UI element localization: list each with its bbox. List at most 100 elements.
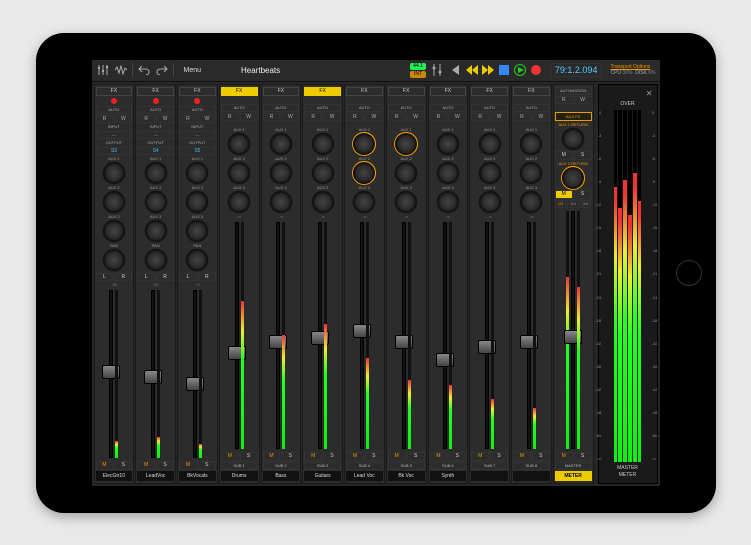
aux-knob[interactable] [520,162,542,184]
mute-button[interactable]: M [346,452,364,461]
mute-button[interactable]: M [96,461,114,470]
auto-button[interactable]: AUTO [179,106,216,114]
aux-knob[interactable] [437,162,459,184]
pan-left-button[interactable]: L [179,273,197,281]
auto-button[interactable]: AUTO [346,104,383,112]
aux-knob[interactable] [395,191,417,213]
channel-name[interactable]: ElecGtr10 [96,471,133,481]
solo-button[interactable]: S [407,452,425,461]
fader[interactable] [471,220,508,451]
aux-knob[interactable] [145,191,167,213]
aux-knob[interactable] [312,133,334,155]
fx-button[interactable]: FX [263,87,300,96]
fader[interactable] [96,288,133,460]
pan-right-button[interactable]: R [114,273,132,281]
write-button[interactable]: W [448,113,466,121]
read-button[interactable]: R [179,115,197,123]
aux-knob[interactable] [270,162,292,184]
close-icon[interactable]: ✕ [646,89,653,98]
play-button[interactable] [514,64,526,76]
fx-button[interactable]: FX [221,87,258,96]
aux-knob[interactable] [103,191,125,213]
mute-button[interactable]: M [430,452,448,461]
read-button[interactable]: R [263,113,281,121]
input-select[interactable]: — [137,131,174,139]
aux-knob[interactable] [312,191,334,213]
output-select[interactable]: S5 [179,147,216,155]
aux-knob[interactable] [395,133,417,155]
channel-name[interactable]: Drums [221,471,258,481]
write-button[interactable]: W [574,96,592,104]
read-button[interactable]: R [430,113,448,121]
aux-knob[interactable] [479,191,501,213]
home-button[interactable] [676,260,702,286]
auto-button[interactable]: AUTO [513,104,550,112]
aux-knob[interactable] [395,162,417,184]
fx-button[interactable]: FX [430,87,467,96]
meter-toggle-button[interactable]: METER [555,471,592,481]
read-button[interactable]: R [221,113,239,121]
forward-button[interactable] [482,64,494,76]
auto-button[interactable]: AUTO [221,104,258,112]
auto-button[interactable]: AUTO [263,104,300,112]
aux1-return-knob[interactable] [562,128,584,150]
read-button[interactable]: R [388,113,406,121]
channel-name[interactable]: Lead Voc [346,471,383,481]
aux-knob[interactable] [312,162,334,184]
automation-label[interactable]: AUTOMATION [555,87,592,95]
pan-left-button[interactable]: L [137,273,155,281]
record-button[interactable] [530,64,542,76]
read-button[interactable]: R [471,113,489,121]
aux-knob[interactable] [353,133,375,155]
song-title[interactable]: Heartbeats [241,66,280,75]
write-button[interactable]: W [490,113,508,121]
goto-start-icon[interactable] [448,63,462,77]
fx-button[interactable]: FX [346,87,383,96]
fx-button[interactable]: FX [179,87,216,96]
master-fader[interactable] [555,209,592,451]
record-arm-icon[interactable] [111,98,117,104]
solo-button[interactable]: S [490,452,508,461]
fader[interactable] [221,220,258,451]
aux-knob[interactable] [103,162,125,184]
mute-button[interactable]: M [179,461,197,470]
solo-button[interactable]: S [240,452,258,461]
rewind-button[interactable] [466,64,478,76]
pan-knob[interactable] [103,249,125,271]
solo-button[interactable]: S [448,452,466,461]
write-button[interactable]: W [240,113,258,121]
output-select[interactable]: S4 [137,147,174,155]
channel-name[interactable]: BkVocals [179,471,216,481]
fader[interactable] [388,220,425,451]
undo-icon[interactable] [137,63,151,77]
timecode[interactable]: 79:1.2.094 [550,63,603,77]
mute-button[interactable]: M [388,452,406,461]
settings-icon[interactable] [430,63,444,77]
channel-name[interactable] [513,471,550,481]
pan-right-button[interactable]: R [156,273,174,281]
pan-knob[interactable] [186,249,208,271]
fx-button[interactable]: FX [388,87,425,96]
auto-button[interactable]: AUTO [430,104,467,112]
channel-name[interactable]: Synth [430,471,467,481]
pan-right-button[interactable]: R [198,273,216,281]
fx-button[interactable]: FX [513,87,550,96]
aux-fx-button[interactable]: AUX FX [555,112,592,121]
aux-knob[interactable] [353,191,375,213]
read-button[interactable]: R [555,96,573,104]
aux-knob[interactable] [145,220,167,242]
aux-knob[interactable] [479,162,501,184]
solo-button[interactable]: S [574,151,592,160]
aux-knob[interactable] [186,162,208,184]
read-button[interactable]: R [346,113,364,121]
read-button[interactable]: R [137,115,155,123]
mute-button[interactable]: M [513,452,531,461]
input-select[interactable]: — [179,131,216,139]
fx-button[interactable]: FX [96,87,133,96]
read-button[interactable]: R [304,113,322,121]
mute-button[interactable]: M [555,190,573,199]
aux-knob[interactable] [103,220,125,242]
fader[interactable] [430,220,467,451]
fader[interactable] [263,220,300,451]
aux-knob[interactable] [479,133,501,155]
